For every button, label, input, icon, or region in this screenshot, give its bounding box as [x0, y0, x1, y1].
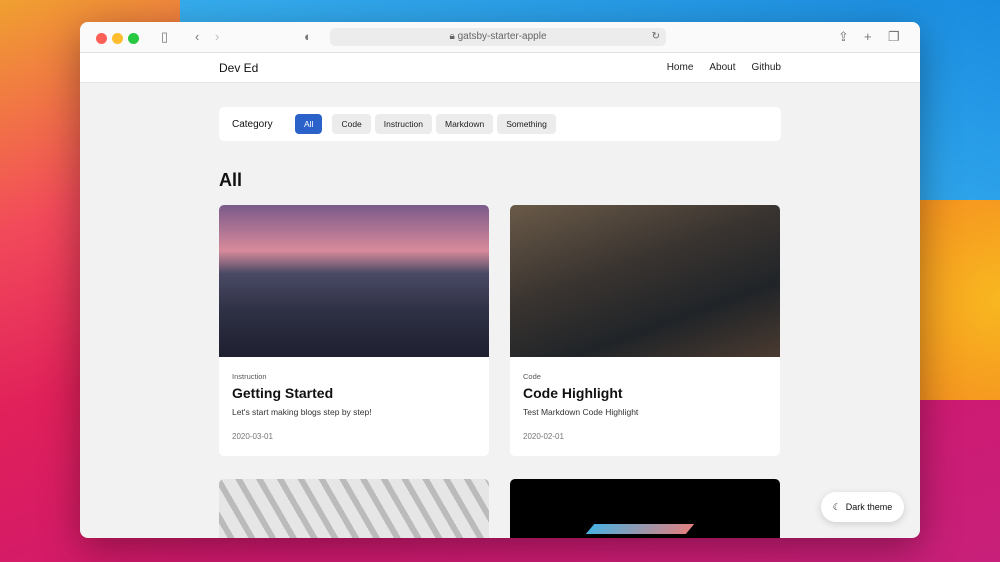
tabs-overview-icon[interactable]: ❐	[888, 29, 900, 45]
nav-about[interactable]: About	[709, 62, 735, 73]
post-card[interactable]: Instruction Getting Started Let's start …	[219, 205, 489, 456]
post-category: Code	[523, 372, 541, 381]
chip-markdown[interactable]: Markdown	[436, 114, 494, 134]
url-text: gatsby-starter-apple	[457, 31, 547, 42]
post-card[interactable]: Code Code Highlight Test Markdown Code H…	[510, 205, 780, 456]
site-nav: Dev Ed Home About Github	[80, 53, 920, 83]
lock-icon: 🔒︎	[449, 31, 458, 42]
moon-icon: ☾	[832, 501, 841, 512]
dark-theme-label: Dark theme	[845, 502, 893, 512]
browser-toolbar: ▯ ‹ › ◐ 🔒︎ gatsby-starter-apple ↻ ⇪ + ❐	[80, 22, 920, 53]
site-brand[interactable]: Dev Ed	[219, 61, 258, 75]
chip-something[interactable]: Something	[497, 114, 556, 134]
category-label: Category	[232, 118, 273, 130]
dark-theme-button[interactable]: ☾ Dark theme	[821, 492, 904, 522]
category-bar: Category All Code Instruction Markdown S…	[219, 107, 781, 141]
post-date: 2020-03-01	[232, 432, 273, 441]
reload-icon[interactable]: ↻	[652, 28, 660, 46]
post-thumbnail-mountains	[219, 205, 489, 357]
post-thumbnail-laptop	[585, 524, 695, 534]
minimize-button[interactable]	[112, 33, 123, 44]
post-date: 2020-02-01	[523, 432, 564, 441]
shield-icon[interactable]: ◐	[304, 29, 312, 44]
nav-home[interactable]: Home	[667, 62, 694, 73]
post-description: Let's start making blogs step by step!	[232, 407, 372, 417]
share-icon[interactable]: ⇪	[838, 29, 849, 45]
post-category: Instruction	[232, 372, 267, 381]
nav-github[interactable]: Github	[752, 62, 781, 73]
close-button[interactable]	[96, 33, 107, 44]
back-icon[interactable]: ‹	[195, 29, 199, 44]
page-title: All	[219, 170, 243, 190]
post-description: Test Markdown Code Highlight	[523, 407, 639, 417]
post-card-dark[interactable]	[510, 479, 780, 538]
post-title: Getting Started	[232, 385, 334, 401]
post-title: Code Highlight	[523, 385, 623, 401]
browser-window: ▯ ‹ › ◐ 🔒︎ gatsby-starter-apple ↻ ⇪ + ❐ D…	[80, 22, 920, 538]
post-card-architecture[interactable]	[219, 479, 489, 538]
post-thumbnail-laptops	[510, 205, 780, 357]
chip-all[interactable]: All	[295, 114, 323, 134]
chip-instruction[interactable]: Instruction	[374, 114, 432, 134]
zoom-button[interactable]	[128, 33, 139, 44]
sidebar-icon[interactable]: ▯	[161, 29, 168, 45]
chip-code[interactable]: Code	[332, 114, 371, 134]
forward-icon[interactable]: ›	[215, 29, 219, 44]
address-bar[interactable]: 🔒︎ gatsby-starter-apple ↻	[330, 28, 666, 46]
new-tab-icon[interactable]: +	[864, 29, 872, 44]
